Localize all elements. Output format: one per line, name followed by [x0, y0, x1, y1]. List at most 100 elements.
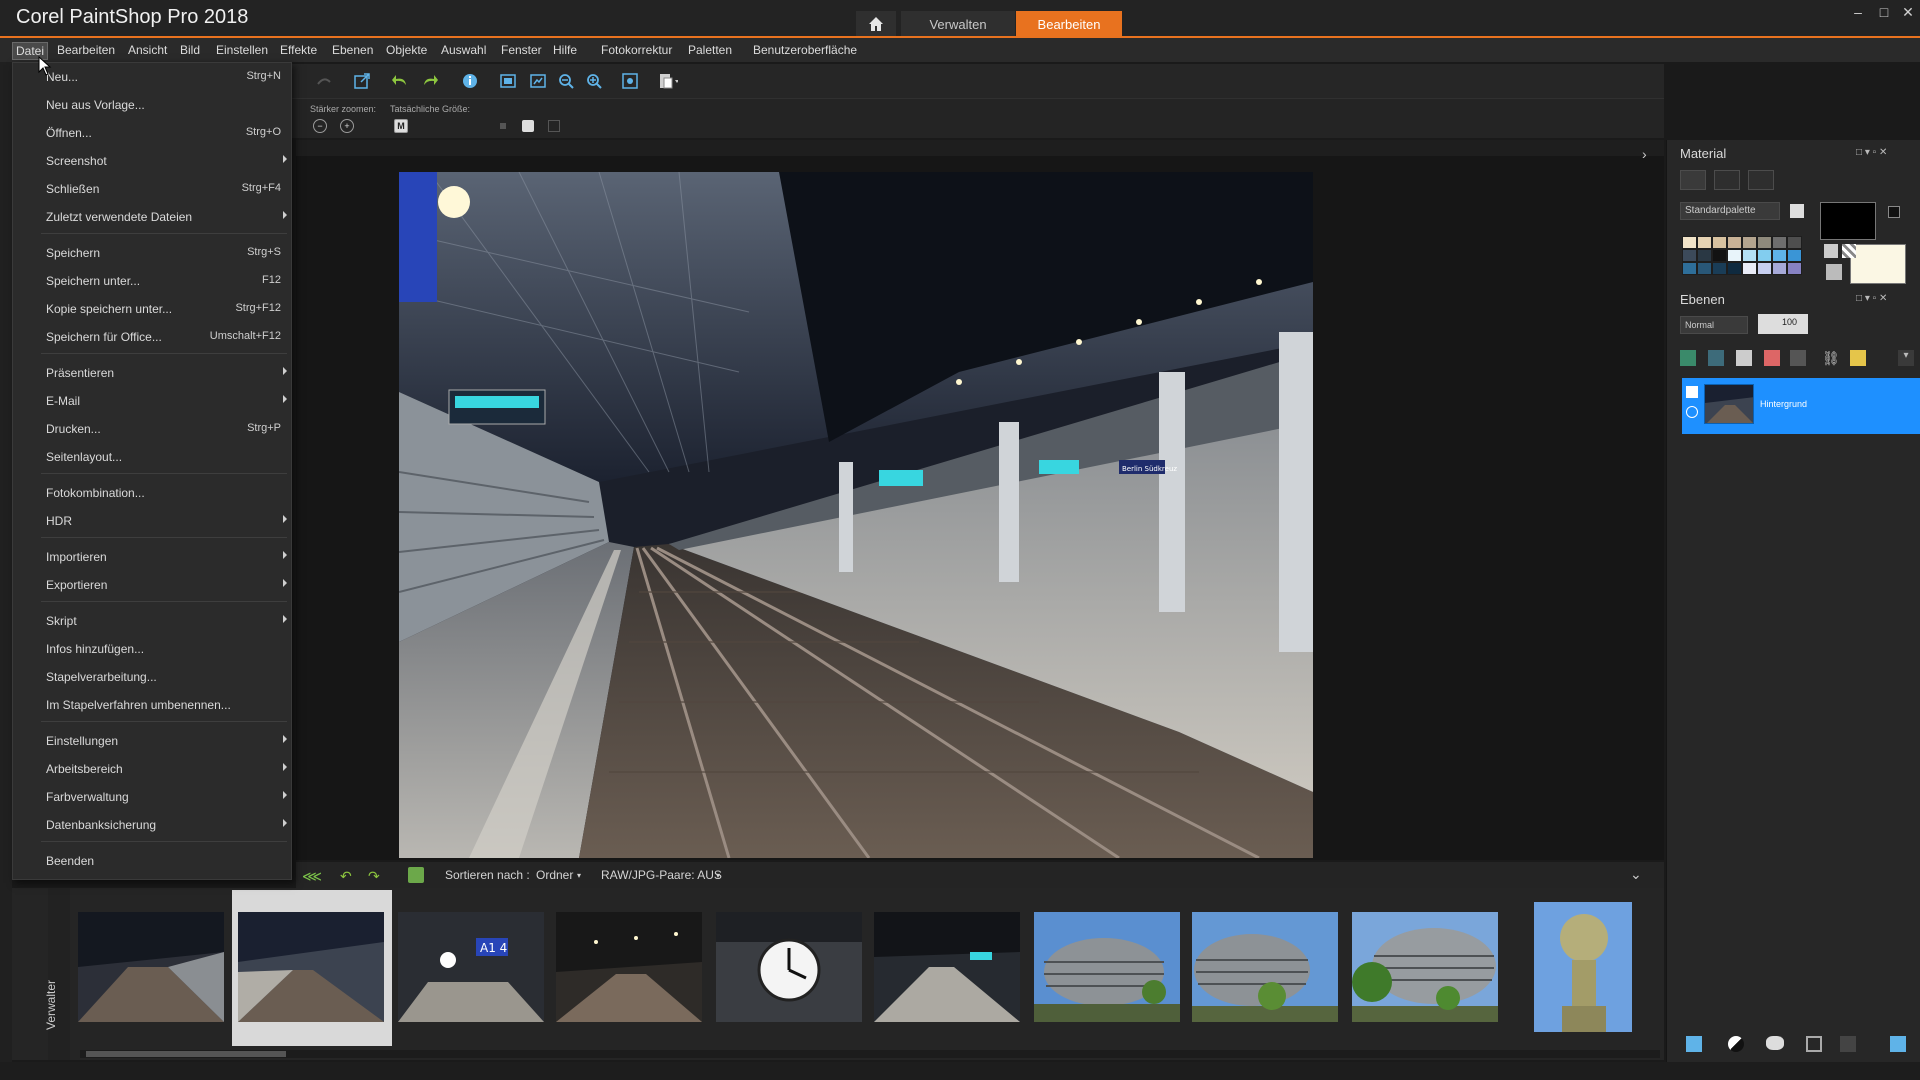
checkmark-icon[interactable] — [1890, 1036, 1906, 1052]
file-menu-item[interactable]: Öffnen... Strg+O — [13, 121, 291, 145]
palette-select[interactable]: Standardpalette — [1680, 202, 1780, 220]
home-tab[interactable] — [856, 11, 896, 37]
fx-icon[interactable] — [1736, 350, 1752, 366]
swap-colors-icon[interactable] — [1888, 206, 1900, 218]
tag-icon[interactable] — [408, 867, 424, 883]
file-menu-item[interactable]: Exportieren — [13, 573, 291, 597]
file-menu-item[interactable]: Drucken... Strg+P — [13, 417, 291, 441]
file-menu-item[interactable]: Datenbanksicherung — [13, 813, 291, 837]
menu-bearbeiten[interactable]: Bearbeiten — [54, 42, 118, 60]
tab-edit[interactable]: Bearbeiten — [1016, 11, 1122, 37]
background-color-swatch[interactable] — [1850, 244, 1906, 284]
transparent-icon[interactable] — [1842, 244, 1856, 258]
file-menu-item[interactable]: HDR — [13, 509, 291, 533]
thumbnail-station-platform-4[interactable] — [874, 912, 1020, 1022]
actual-size-button[interactable]: M — [394, 119, 408, 133]
layers-panel-controls-icon[interactable]: □ ▾ ▫ ✕ — [1856, 293, 1887, 304]
menu-hilfe[interactable]: Hilfe — [550, 42, 580, 60]
sort-chevron-icon[interactable]: ▾ — [577, 871, 581, 880]
file-menu-item[interactable]: Fotokombination... — [13, 481, 291, 505]
delete-icon[interactable] — [1840, 1036, 1856, 1052]
redo-icon[interactable] — [420, 71, 440, 91]
organizer-scrollbar-thumb[interactable] — [86, 1051, 286, 1057]
minimize-button[interactable]: – — [1848, 2, 1868, 22]
contrast-icon[interactable] — [1728, 1036, 1744, 1052]
tab-frame-palette[interactable] — [1680, 170, 1706, 190]
fit-option-button[interactable] — [522, 120, 534, 132]
menu-ansicht[interactable]: Ansicht — [125, 42, 170, 60]
zoom-in-icon[interactable] — [584, 71, 604, 91]
lock-icon[interactable] — [1850, 350, 1866, 366]
blend-mode-select[interactable]: Normal — [1680, 316, 1748, 334]
file-menu-item[interactable]: Stapelverarbeitung... — [13, 665, 291, 689]
file-menu-item[interactable]: Speichern unter... F12 — [13, 269, 291, 293]
thumbnail-round-building-1[interactable] — [1034, 912, 1180, 1022]
foreground-color-swatch[interactable] — [1820, 202, 1876, 240]
crop-icon[interactable] — [1806, 1036, 1822, 1052]
new-mask-icon[interactable] — [1708, 350, 1724, 366]
menu-paletten[interactable]: Paletten — [685, 42, 735, 60]
file-menu-item[interactable]: Kopie speichern unter... Strg+F12 — [13, 297, 291, 321]
file-menu-item[interactable]: Speichern Strg+S — [13, 241, 291, 265]
link-icon[interactable]: ⛓ — [1822, 350, 1840, 366]
file-menu-item[interactable]: Screenshot — [13, 149, 291, 173]
menu-objekte[interactable]: Objekte — [383, 42, 430, 60]
file-menu-item[interactable]: Präsentieren — [13, 361, 291, 385]
menu-fotokorrektur[interactable]: Fotokorrektur — [598, 42, 675, 60]
visibility-eye-icon[interactable] — [1686, 406, 1698, 418]
menu-effekte[interactable]: Effekte — [277, 42, 320, 60]
tab-swatches[interactable] — [1748, 170, 1774, 190]
thumbnail-atlas-statue[interactable] — [1534, 902, 1632, 1032]
adjust-icon[interactable] — [1686, 1036, 1702, 1052]
maximize-button[interactable]: □ — [1874, 2, 1894, 22]
menu-einstellen[interactable]: Einstellen — [213, 42, 271, 60]
chevron-right-icon[interactable]: › — [1642, 146, 1647, 162]
texture-icon[interactable] — [1826, 264, 1842, 280]
resize-icon[interactable] — [352, 71, 372, 91]
undo-icon[interactable] — [390, 71, 410, 91]
info-icon[interactable] — [460, 71, 480, 91]
mask-icon[interactable] — [1766, 1036, 1784, 1050]
close-button[interactable]: ✕ — [1898, 2, 1918, 22]
thumbnail-station-clock-sign[interactable]: A1 4 — [398, 912, 544, 1022]
file-menu-item[interactable]: Seitenlayout... — [13, 445, 291, 469]
opacity-field[interactable]: 100 — [1758, 314, 1808, 334]
material-style-icon[interactable] — [1824, 244, 1838, 258]
thumbnail-round-building-2[interactable] — [1192, 912, 1338, 1022]
adjustment-icon[interactable] — [1764, 350, 1780, 366]
file-menu-item[interactable]: Skript — [13, 609, 291, 633]
tab-manage[interactable]: Verwalten — [901, 11, 1015, 37]
file-menu-item[interactable]: Infos hinzufügen... — [13, 637, 291, 661]
layer-row-background[interactable]: Hintergrund — [1682, 378, 1920, 434]
menu-benutzeroberflaeche[interactable]: Benutzeroberfläche — [750, 42, 860, 60]
file-menu-item[interactable]: Schließen Strg+F4 — [13, 177, 291, 201]
thumbnail-station-platform-3[interactable] — [556, 912, 702, 1022]
thumbnail-station-clock[interactable] — [716, 912, 862, 1022]
raw-chevron-icon[interactable]: ▾ — [716, 871, 720, 880]
full-screen-icon[interactable] — [620, 71, 640, 91]
zoom-minus-button[interactable]: − — [313, 119, 327, 133]
paste-icon[interactable] — [658, 71, 678, 91]
fit-window-icon[interactable] — [498, 71, 518, 91]
rotate-right-icon[interactable]: ↷ — [368, 868, 380, 885]
raw-pairs-select[interactable]: RAW/JPG-Paare: AUS — [601, 868, 722, 882]
menu-bild[interactable]: Bild — [177, 42, 203, 60]
file-menu-item[interactable]: Neu... Strg+N — [13, 65, 291, 89]
layer-group-icon[interactable] — [1790, 350, 1806, 366]
share-icon[interactable]: ⋘ — [302, 868, 322, 885]
organizer-scrollbar[interactable] — [80, 1050, 1660, 1058]
file-menu-item[interactable]: Speichern für Office... Umschalt+F12 — [13, 325, 291, 349]
menu-fenster[interactable]: Fenster — [498, 42, 545, 60]
color-swatches[interactable] — [1682, 236, 1802, 288]
file-menu-item[interactable]: Einstellungen — [13, 729, 291, 753]
thumbnail-station-platform-1[interactable] — [78, 912, 224, 1022]
tab-rainbow[interactable] — [1714, 170, 1740, 190]
palette-file-icon[interactable] — [1790, 204, 1804, 218]
thumbnail-round-building-3[interactable] — [1352, 912, 1498, 1022]
rotate-left-icon[interactable]: ↶ — [340, 868, 352, 885]
file-menu-item[interactable]: Zuletzt verwendete Dateien — [13, 205, 291, 229]
zoom-plus-button[interactable]: + — [340, 119, 354, 133]
layer-menu-icon[interactable]: ▾ — [1898, 350, 1914, 366]
file-menu-item[interactable]: Beenden — [13, 849, 291, 873]
file-menu-item[interactable]: Farbverwaltung — [13, 785, 291, 809]
